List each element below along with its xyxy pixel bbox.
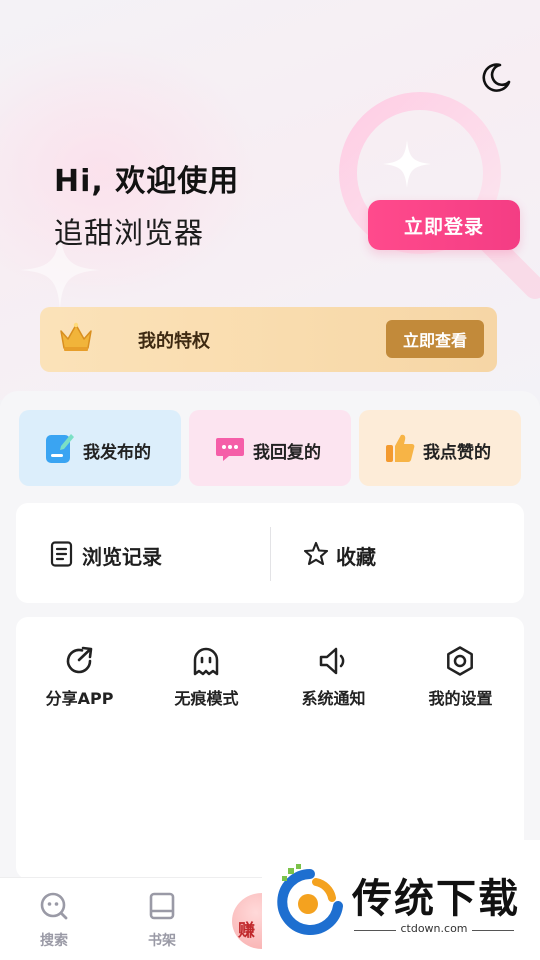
my-likes-label: 我点赞的 <box>423 443 491 463</box>
view-privilege-button[interactable]: 立即查看 <box>386 320 484 358</box>
my-posts-label: 我发布的 <box>83 443 151 463</box>
star-icon <box>304 541 328 566</box>
crown-icon <box>60 322 92 351</box>
edit-document-icon <box>46 434 74 463</box>
watermark-text: 传统下载 <box>352 876 520 922</box>
privilege-title: 我的特权 <box>138 331 210 352</box>
moon-icon[interactable] <box>478 60 514 96</box>
tab-search-label: 搜索 <box>40 933 68 949</box>
document-list-icon <box>50 541 73 567</box>
privilege-banner[interactable]: 我的特权 立即查看 <box>40 307 497 372</box>
my-posts-button[interactable]: 我发布的 <box>19 410 181 486</box>
incognito-button[interactable]: 无痕模式 <box>143 617 270 727</box>
favorites-button[interactable]: 收藏 <box>268 503 508 603</box>
watermark-url: ctdown.com <box>354 922 514 935</box>
share-app-button[interactable]: 分享APP <box>16 617 143 727</box>
watermark-logo-icon <box>277 864 343 935</box>
browse-history-label: 浏览记录 <box>82 545 162 569</box>
settings-button[interactable]: 我的设置 <box>397 617 524 727</box>
share-icon <box>66 646 93 674</box>
login-button[interactable]: 立即登录 <box>368 200 520 250</box>
chat-bubble-icon <box>216 438 244 461</box>
tab-earn-label: 赚 <box>238 921 255 941</box>
speaker-icon <box>319 647 345 675</box>
magnifier-decoration <box>339 92 540 299</box>
my-likes-button[interactable]: 我点赞的 <box>359 410 521 486</box>
notifications-button[interactable]: 系统通知 <box>270 617 397 727</box>
greeting-title: Hi, 欢迎使用 <box>54 164 240 199</box>
my-replies-label: 我回复的 <box>253 443 321 463</box>
app-name: 追甜浏览器 <box>54 216 205 250</box>
thumbs-up-icon <box>386 434 415 462</box>
share-app-label: 分享APP <box>45 689 114 708</box>
watermark-url-text: ctdown.com <box>396 922 472 935</box>
tab-bookshelf[interactable]: 书架 <box>108 878 216 960</box>
browse-history-button[interactable]: 浏览记录 <box>16 503 256 603</box>
history-card: 浏览记录 收藏 <box>16 503 524 603</box>
incognito-label: 无痕模式 <box>174 689 239 708</box>
notifications-label: 系统通知 <box>301 689 366 708</box>
watermark: 传统下载 ctdown.com <box>262 840 540 960</box>
tab-search[interactable]: 搜索 <box>0 878 108 960</box>
favorites-label: 收藏 <box>336 545 376 569</box>
settings-icon <box>447 646 473 676</box>
my-replies-button[interactable]: 我回复的 <box>189 410 351 486</box>
bookshelf-icon <box>149 892 175 920</box>
ghost-icon <box>193 647 219 676</box>
settings-label: 我的设置 <box>428 689 493 708</box>
search-tab-icon <box>40 892 68 920</box>
tab-bookshelf-label: 书架 <box>148 933 176 949</box>
